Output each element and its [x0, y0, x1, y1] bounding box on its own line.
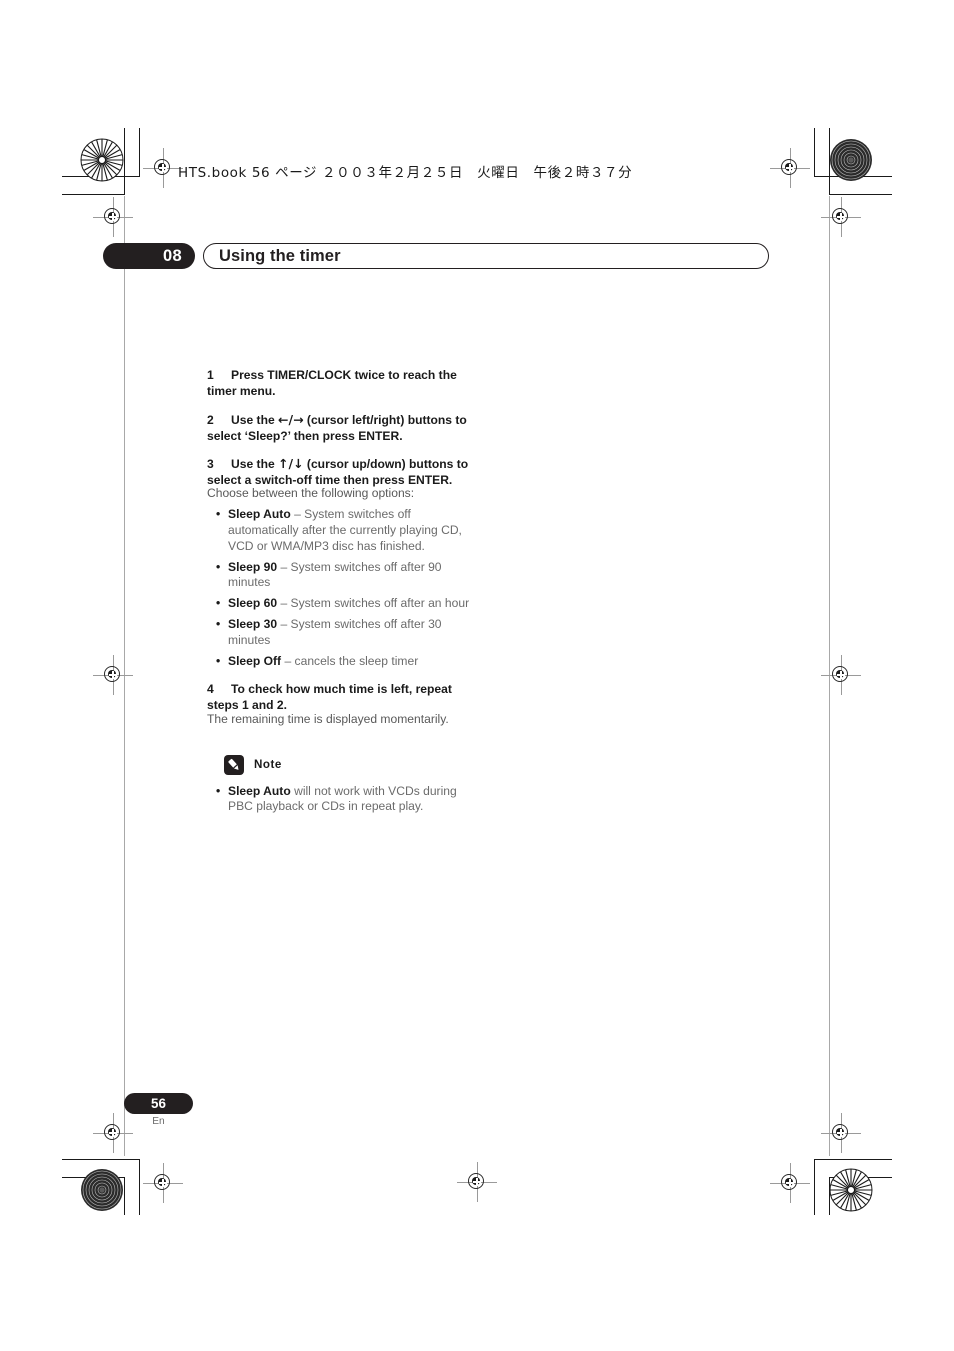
registration-mark-top-right: [770, 148, 810, 188]
registration-mark-bottom-right: [770, 1163, 810, 1203]
option-description: – System switches off after an hour: [277, 596, 470, 611]
step-1-number: 1: [207, 368, 214, 383]
registration-mark-middle-left: [93, 655, 133, 695]
step-2-text-before: Use the: [231, 412, 279, 427]
radial-registration-target-bottom-left: [79, 1167, 125, 1213]
note-block: Note • Sleep Auto will not work with VCDs…: [207, 754, 479, 816]
crop-mark-bottom-right-v1: [814, 1159, 815, 1215]
note-item-label: Sleep Auto: [228, 783, 291, 798]
document-page: HTS.book 56 ページ ２００３年２月２５日 火曜日 午後２時３７分 0…: [0, 0, 954, 1351]
radial-registration-target-top-left: [79, 137, 125, 183]
registration-mark-upper-right-margin: [821, 197, 861, 237]
note-label: Note: [254, 757, 282, 771]
option-label: Sleep 60: [228, 596, 278, 611]
page-title: Using the timer: [219, 247, 341, 265]
crop-mark-top-left-v1: [139, 128, 140, 177]
list-item: • Sleep 90 – System switches off after 90…: [207, 560, 479, 592]
body-content: 1 Press TIMER/CLOCK twice to reach the ti…: [207, 356, 479, 815]
cursor-left-right-arrows-icon: ←/→: [278, 411, 304, 427]
step-4-detail: The remaining time is displayed momentar…: [207, 711, 449, 726]
registration-mark-bottom-left: [143, 1163, 183, 1203]
crop-mark-top-right-h2: [830, 194, 892, 195]
page-number-badge: 56: [124, 1093, 193, 1114]
crop-mark-bottom-left-v1: [139, 1159, 140, 1215]
registration-mark-middle-right: [821, 655, 861, 695]
step-2: 2 Use the ←/→ (cursor left/right) buttons…: [207, 412, 479, 445]
option-description: – cancels the sleep timer: [281, 654, 419, 669]
running-head: HTS.book 56 ページ ２００３年２月２５日 火曜日 午後２時３７分: [178, 165, 633, 181]
step-1: 1 Press TIMER/CLOCK twice to reach the ti…: [207, 368, 479, 400]
bullet-icon: •: [216, 617, 221, 632]
bullet-icon: •: [216, 783, 221, 798]
note-header: Note: [224, 754, 479, 775]
page-footer: 56 En: [124, 1093, 193, 1127]
cursor-up-down-arrows-icon: ↑/↓: [278, 456, 304, 472]
bullet-icon: •: [216, 506, 221, 521]
list-item: • Sleep Off – cancels the sleep timer: [207, 654, 479, 670]
step-1-text: Press TIMER/CLOCK twice to reach the tim…: [207, 368, 457, 398]
chapter-number-badge: 08: [103, 243, 195, 269]
option-label: Sleep 30: [228, 617, 278, 632]
list-item: • Sleep 30 – System switches off after 30…: [207, 617, 479, 649]
option-label: Sleep 90: [228, 559, 278, 574]
step-4-number: 4: [207, 682, 214, 697]
note-items-list: • Sleep Auto will not work with VCDs duri…: [207, 784, 479, 816]
crop-mark-top-right-v1: [814, 128, 815, 177]
crop-mark-bottom-left-h1: [62, 1159, 140, 1160]
bullet-icon: •: [216, 654, 221, 669]
registration-mark-upper-left-margin: [93, 197, 133, 237]
registration-mark-bottom-center: [457, 1162, 497, 1202]
step-4-text: To check how much time is left, repeat s…: [207, 682, 452, 712]
option-label: Sleep Off: [228, 654, 282, 669]
list-item: • Sleep 60 – System switches off after an…: [207, 596, 479, 612]
radial-registration-target-top-right: [828, 137, 874, 183]
step-3: 3 Use the ↑/↓ (cursor up/down) buttons to…: [207, 456, 479, 489]
list-item: • Sleep Auto – System switches off automa…: [207, 507, 479, 555]
bullet-icon: •: [216, 596, 221, 611]
option-label: Sleep Auto: [228, 506, 291, 521]
sleep-options-list: • Sleep Auto – System switches off automa…: [207, 507, 479, 670]
crop-mark-bottom-right-h1: [814, 1159, 892, 1160]
crop-mark-top-left-h2: [62, 194, 124, 195]
registration-mark-top-left: [143, 148, 183, 188]
registration-mark-lower-left-margin: [93, 1113, 133, 1153]
step-3-text-before: Use the: [231, 457, 279, 472]
bullet-icon: •: [216, 559, 221, 574]
step-4: 4 To check how much time is left, repeat …: [207, 682, 479, 714]
step-3-number: 3: [207, 457, 214, 472]
pencil-icon: [224, 754, 244, 775]
language-code: En: [152, 1116, 165, 1127]
step-2-number: 2: [207, 412, 214, 427]
radial-registration-target-bottom-right: [828, 1167, 874, 1213]
chapter-header: 08 Using the timer: [103, 243, 769, 269]
registration-mark-lower-right-margin: [821, 1113, 861, 1153]
list-item: • Sleep Auto will not work with VCDs duri…: [207, 784, 479, 816]
